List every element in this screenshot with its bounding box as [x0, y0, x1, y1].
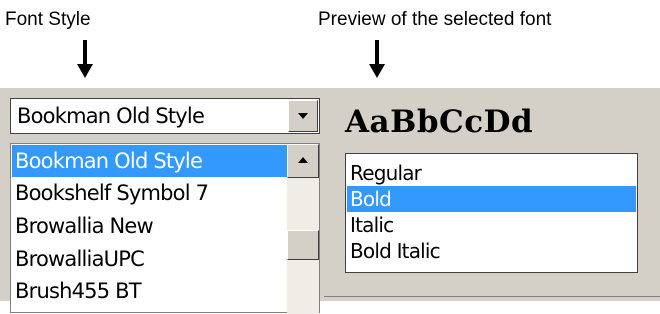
- scroll-thumb[interactable]: [287, 230, 319, 260]
- font-preview-sample: AaBbCcDd: [345, 104, 534, 140]
- font-combobox[interactable]: Bookman Old Style: [10, 98, 320, 134]
- font-list-item[interactable]: Bookman Old Style: [12, 145, 292, 177]
- font-list-item[interactable]: Browallia New: [12, 210, 292, 242]
- scroll-up-button[interactable]: [287, 144, 319, 178]
- font-style-listbox[interactable]: Regular Bold Italic Bold Italic: [345, 153, 638, 273]
- arrow-down-icon: [369, 40, 385, 78]
- arrow-down-icon: [77, 40, 93, 78]
- combo-dropdown-button[interactable]: [288, 100, 318, 132]
- divider: [324, 296, 660, 297]
- chevron-down-icon: [298, 113, 308, 119]
- font-list-scrollbar[interactable]: [287, 144, 319, 314]
- font-listbox[interactable]: Bookman Old Style Bookshelf Symbol 7 Bro…: [10, 143, 320, 314]
- font-list-item[interactable]: Brush455 BT: [12, 275, 292, 307]
- style-list-item[interactable]: Italic: [347, 212, 636, 238]
- font-list-item[interactable]: Bookshelf Symbol 7: [12, 177, 292, 209]
- preview-annotation: Preview of the selected font: [318, 9, 552, 30]
- font-combobox-value: Bookman Old Style: [17, 104, 205, 128]
- style-list-item[interactable]: Regular: [347, 160, 636, 186]
- arrow-up-icon: [298, 157, 308, 163]
- style-list-item[interactable]: Bold Italic: [347, 238, 636, 264]
- style-list-item[interactable]: Bold: [347, 186, 636, 212]
- font-list-item[interactable]: BrowalliaUPC: [12, 243, 292, 275]
- font-style-annotation: Font Style: [5, 9, 91, 30]
